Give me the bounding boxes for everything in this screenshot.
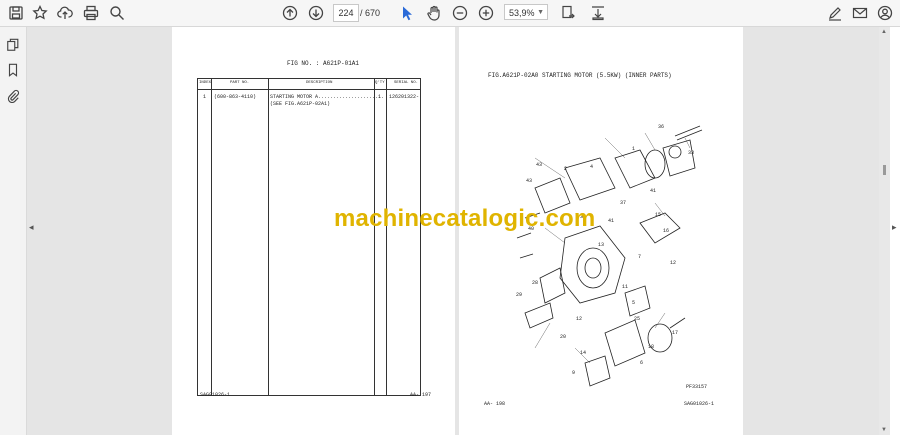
left-page-number: AA- 197	[410, 392, 432, 398]
page-fit-icon[interactable]	[558, 3, 578, 23]
callout-14: 14	[580, 350, 587, 356]
callout-20: 20	[560, 334, 567, 340]
hand-tool-icon[interactable]	[424, 3, 444, 23]
right-page-number: AA- 198	[484, 401, 506, 407]
left-footer-code: SAG01026-1	[200, 392, 231, 398]
header-index: INDEX	[199, 81, 212, 85]
row-serial: 126201322-	[389, 94, 420, 100]
row-qty: 1	[378, 94, 382, 100]
callout-16: 16	[663, 228, 670, 234]
callout-25: 25	[634, 316, 641, 322]
callout-41: 41	[608, 218, 615, 224]
callout-30: 33	[688, 150, 695, 156]
callout-15: 15	[655, 212, 662, 218]
row-description-ref: (SEE FIG.A621P-02A1)	[270, 101, 331, 107]
left-fig-title: FIG NO. : A621P-01A1	[287, 60, 360, 67]
parts-table: INDEX PART NO. DESCRIPTION Q'TY SERIAL N…	[197, 78, 421, 396]
account-icon[interactable]	[875, 3, 895, 23]
callout-7: 7	[638, 254, 642, 260]
sign-pen-icon[interactable]	[825, 3, 845, 23]
watermark-text: machinecatalogic.com	[334, 205, 596, 232]
scrollbar-thumb[interactable]	[883, 165, 886, 175]
bookmark-star-icon[interactable]	[30, 3, 50, 23]
callout-18: 18	[648, 344, 655, 350]
right-fig-title: FIG.A621P-02A0 STARTING MOTOR (5.5KW) (I…	[488, 72, 672, 79]
scroll-down-arrow-icon[interactable]: ▼	[881, 427, 887, 433]
row-description: STARTING MOTOR A......................	[270, 94, 385, 100]
previous-page-icon[interactable]	[280, 3, 300, 23]
header-serial: SERIAL NO.	[394, 81, 419, 85]
zoom-in-icon[interactable]	[476, 3, 496, 23]
toolbar: 224 / 670 53,9% ▼	[0, 0, 900, 27]
row-index: 1	[203, 94, 207, 100]
callout-33: 36	[658, 124, 665, 130]
header-description: DESCRIPTION	[306, 81, 333, 85]
callout-43: 43	[526, 178, 533, 184]
header-qty: Q'TY	[375, 81, 385, 85]
callout-39: 43	[536, 162, 543, 168]
callout-1: 1	[632, 146, 636, 152]
save-icon[interactable]	[6, 3, 26, 23]
callout-38: 41	[650, 188, 657, 194]
callout-34: 37	[620, 200, 627, 206]
collapse-left-arrow-icon[interactable]: ◂	[29, 222, 34, 233]
page-number-input[interactable]: 224	[333, 4, 359, 22]
zoom-out-icon[interactable]	[450, 3, 470, 23]
zoom-level-select[interactable]: 53,9% ▼	[504, 4, 548, 20]
attachments-panel-icon[interactable]	[4, 87, 22, 105]
figure-ref-code: PF33157	[686, 384, 708, 390]
page-total: / 670	[360, 8, 381, 18]
callout-12: 12	[670, 260, 677, 266]
email-icon[interactable]	[850, 3, 870, 23]
bookmarks-panel-icon[interactable]	[4, 61, 22, 79]
next-page-icon[interactable]	[306, 3, 326, 23]
left-sidebar	[0, 27, 27, 435]
row-part-no: (600-863-4110)	[214, 94, 257, 100]
callout-12b: 12	[576, 316, 583, 322]
callout-4: 4	[590, 164, 594, 170]
zoom-level-value: 53,9%	[509, 8, 535, 18]
callout-28: 28	[532, 280, 539, 286]
header-part-no: PART NO.	[230, 81, 250, 85]
pages-panel-icon[interactable]	[4, 36, 22, 54]
callout-6: 6	[640, 360, 644, 366]
upload-icon[interactable]	[55, 3, 75, 23]
print-icon[interactable]	[81, 3, 101, 23]
callout-9: 9	[572, 370, 576, 376]
select-cursor-icon[interactable]	[397, 3, 417, 23]
callout-11: 11	[622, 284, 629, 290]
callout-29: 29	[516, 292, 523, 298]
scroll-mode-icon[interactable]	[588, 3, 608, 23]
right-footer-code: SAG01026-1	[684, 401, 715, 407]
scroll-up-arrow-icon[interactable]: ▲	[881, 29, 887, 35]
callout-2: 2	[564, 166, 568, 172]
vertical-scrollbar[interactable]: ▲ ▼	[879, 27, 890, 435]
collapse-right-arrow-icon[interactable]: ▸	[892, 222, 897, 233]
chevron-down-icon: ▼	[537, 9, 544, 16]
callout-13: 13	[598, 242, 605, 248]
search-icon[interactable]	[107, 3, 127, 23]
callout-5: 5	[632, 300, 636, 306]
callout-17: 17	[672, 330, 679, 336]
exploded-parts-diagram	[516, 125, 703, 387]
